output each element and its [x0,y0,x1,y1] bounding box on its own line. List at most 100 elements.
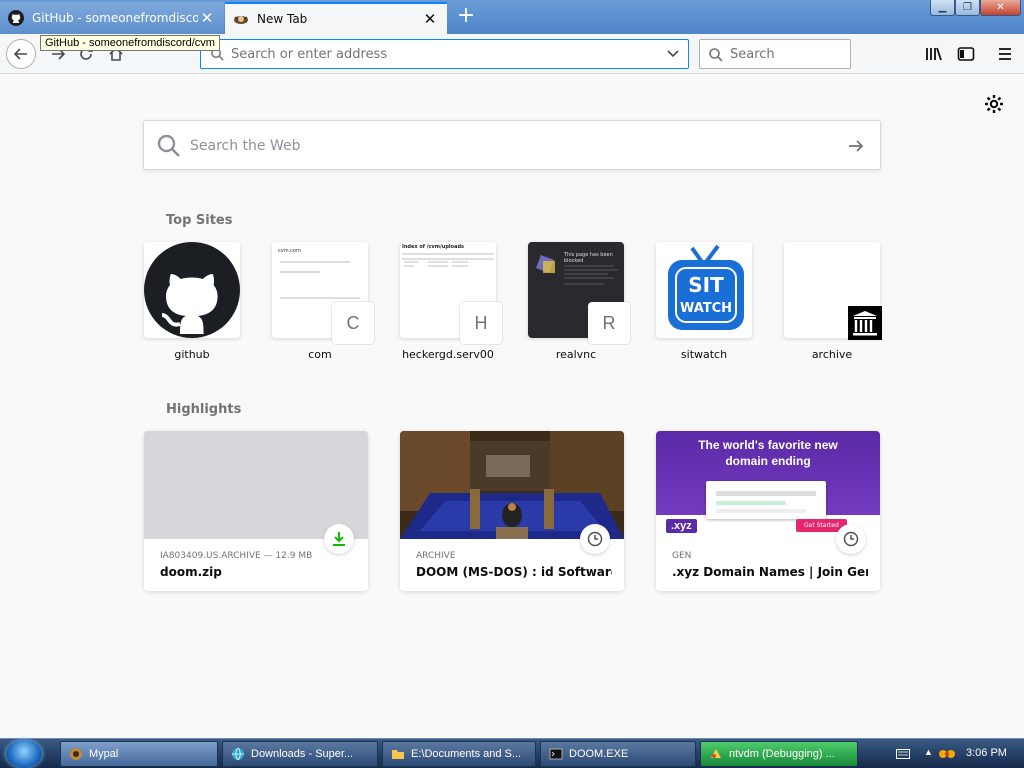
highlight-source: ARCHIVE [416,551,456,561]
taskbar-item-mypal[interactable]: Mypal [60,741,218,767]
doom-screenshot-image [400,431,624,539]
xyz-mockup-lines [716,491,816,513]
sitwatch-logo-icon: SIT WATCH [668,244,744,330]
highlight-card-xyz[interactable]: The world's favorite new domain ending .… [656,431,880,591]
tab-close-icon[interactable]: ✕ [198,9,216,27]
back-arrow-icon [13,48,27,60]
taskbar-item-downloads[interactable]: Downloads - Super... [222,741,378,767]
highlight-card-doom-archive[interactable]: ARCHIVE DOOM (MS-DOS) : id Software : ..… [400,431,624,591]
site-letter-badge: C [332,302,374,344]
library-icon [926,47,942,61]
tab-tooltip: GitHub - someonefromdiscord/cvm [40,35,220,51]
taskbar-item-doom-exe[interactable]: DOOM.EXE [540,741,696,767]
highlight-thumbnail [400,431,624,539]
sidebar-icon [957,47,975,61]
clock-icon[interactable] [836,524,866,554]
top-site-tile[interactable]: cvm.com C [272,242,374,344]
top-site-tile[interactable] [784,242,882,340]
top-site-label: sitwatch [680,348,728,361]
menu-button[interactable] [995,44,1015,64]
console-icon [549,748,563,760]
highlight-card-doom-zip[interactable]: IA803409.US.ARCHIVE — 12.9 MB doom.zip [144,431,368,591]
top-site-com[interactable]: cvm.com C com [272,242,374,361]
window-close-button[interactable]: ✕ [980,0,1021,16]
top-site-label: realvnc [555,348,597,361]
site-letter-badge: H [460,302,502,344]
start-button[interactable] [6,740,42,768]
blocked-page-icon [536,255,555,273]
top-site-label: com [308,348,332,361]
taskbar-item-explorer[interactable]: E:\Documents and S... [382,741,536,767]
top-site-label: archive [811,348,853,361]
highlight-title: DOOM (MS-DOS) : id Software : ... [416,565,612,579]
github-icon [8,10,24,26]
top-site-heckergd[interactable]: Index of /cvm/uploads H heckergd.serv00 [400,242,502,361]
site-letter-badge: R [588,302,630,344]
mypal-app-icon [70,748,82,760]
chevron-down-icon[interactable] [666,46,680,60]
sidebar-button[interactable] [956,44,976,64]
hamburger-menu-icon [999,48,1011,60]
xyz-mockup [706,481,826,519]
tab-strip: GitHub - someonefromdiscord ✕ New Tab ✕ … [0,0,1024,34]
sitwatch-logo-text-bottom: WATCH [680,301,732,316]
new-tab-plus-icon[interactable]: + [454,5,478,29]
tab-title: New Tab [257,12,308,26]
window-minimize-button[interactable]: ▁ [930,0,955,16]
taskbar-item-label: Downloads - Super... [251,748,354,760]
top-site-tile[interactable]: Index of /cvm/uploads H [400,242,502,344]
tab-github[interactable]: GitHub - someonefromdiscord ✕ [0,2,224,34]
archive-logo-icon [848,306,882,340]
tab-new-tab[interactable]: New Tab ✕ [225,2,447,34]
highlights-heading: Highlights [166,402,242,417]
top-site-github[interactable]: github [144,242,240,361]
system-tray: ▲ 3:06 PM [888,741,1024,767]
top-site-label: github [174,348,210,361]
preview-lines [402,253,494,267]
keyboard-icon[interactable] [896,749,910,759]
taskbar-item-label: E:\Documents and S... [411,748,522,760]
preview-lines [280,261,360,299]
highlight-source: IA803409.US.ARCHIVE — 12.9 MB [160,551,313,561]
top-site-tile[interactable]: SIT WATCH [656,242,752,338]
search-input[interactable] [730,45,840,63]
arrow-right-icon[interactable] [846,136,866,156]
page-preview: Index of /cvm/uploads [402,244,494,304]
tray-expand-icon[interactable]: ▲ [924,747,933,757]
search-bar[interactable] [699,39,851,69]
address-bar[interactable] [200,39,689,69]
taskbar-item-label: ntvdm (Debugging) ... [729,748,835,760]
highlight-title: .xyz Domain Names | Join Gener... [672,565,868,579]
gear-icon[interactable] [984,94,1004,114]
window-restore-button[interactable]: ❐ [955,0,980,16]
highlight-title: doom.zip [160,565,222,579]
top-site-archive[interactable]: archive [784,242,882,361]
back-button[interactable] [6,39,36,69]
library-button[interactable] [924,44,944,64]
sitwatch-logo-text-top: SIT [688,273,724,297]
globe-app-icon [232,747,244,761]
top-site-realvnc[interactable]: This page has been blocked R realvnc [528,242,630,361]
taskbar-item-ntvdm[interactable]: ntvdm (Debugging) ... [700,741,858,767]
search-icon [709,48,723,62]
clock-icon[interactable] [580,524,610,554]
tab-title: GitHub - someonefromdiscord [32,11,198,25]
top-site-label: heckergd.serv00 [402,348,494,361]
address-input[interactable] [231,44,651,64]
windows-taskbar: Mypal Downloads - Super... E:\Documents … [0,738,1024,768]
web-search-input[interactable] [190,135,810,157]
xyz-badge: .xyz [666,519,697,533]
top-sites-heading: Top Sites [166,213,233,228]
top-site-sitwatch[interactable]: SIT WATCH sitwatch [656,242,752,361]
volume-icon[interactable] [938,747,958,761]
download-icon[interactable] [324,524,354,554]
search-icon [157,134,180,157]
top-site-tile[interactable] [144,242,240,338]
highlight-source: GEN [672,551,692,561]
page-preview: cvm.com [278,248,362,308]
preview-lines [564,265,618,285]
top-site-tile[interactable]: This page has been blocked R [528,242,630,344]
tab-close-icon[interactable]: ✕ [421,10,439,28]
taskbar-item-label: DOOM.EXE [569,748,629,760]
web-search-box[interactable] [143,120,881,170]
